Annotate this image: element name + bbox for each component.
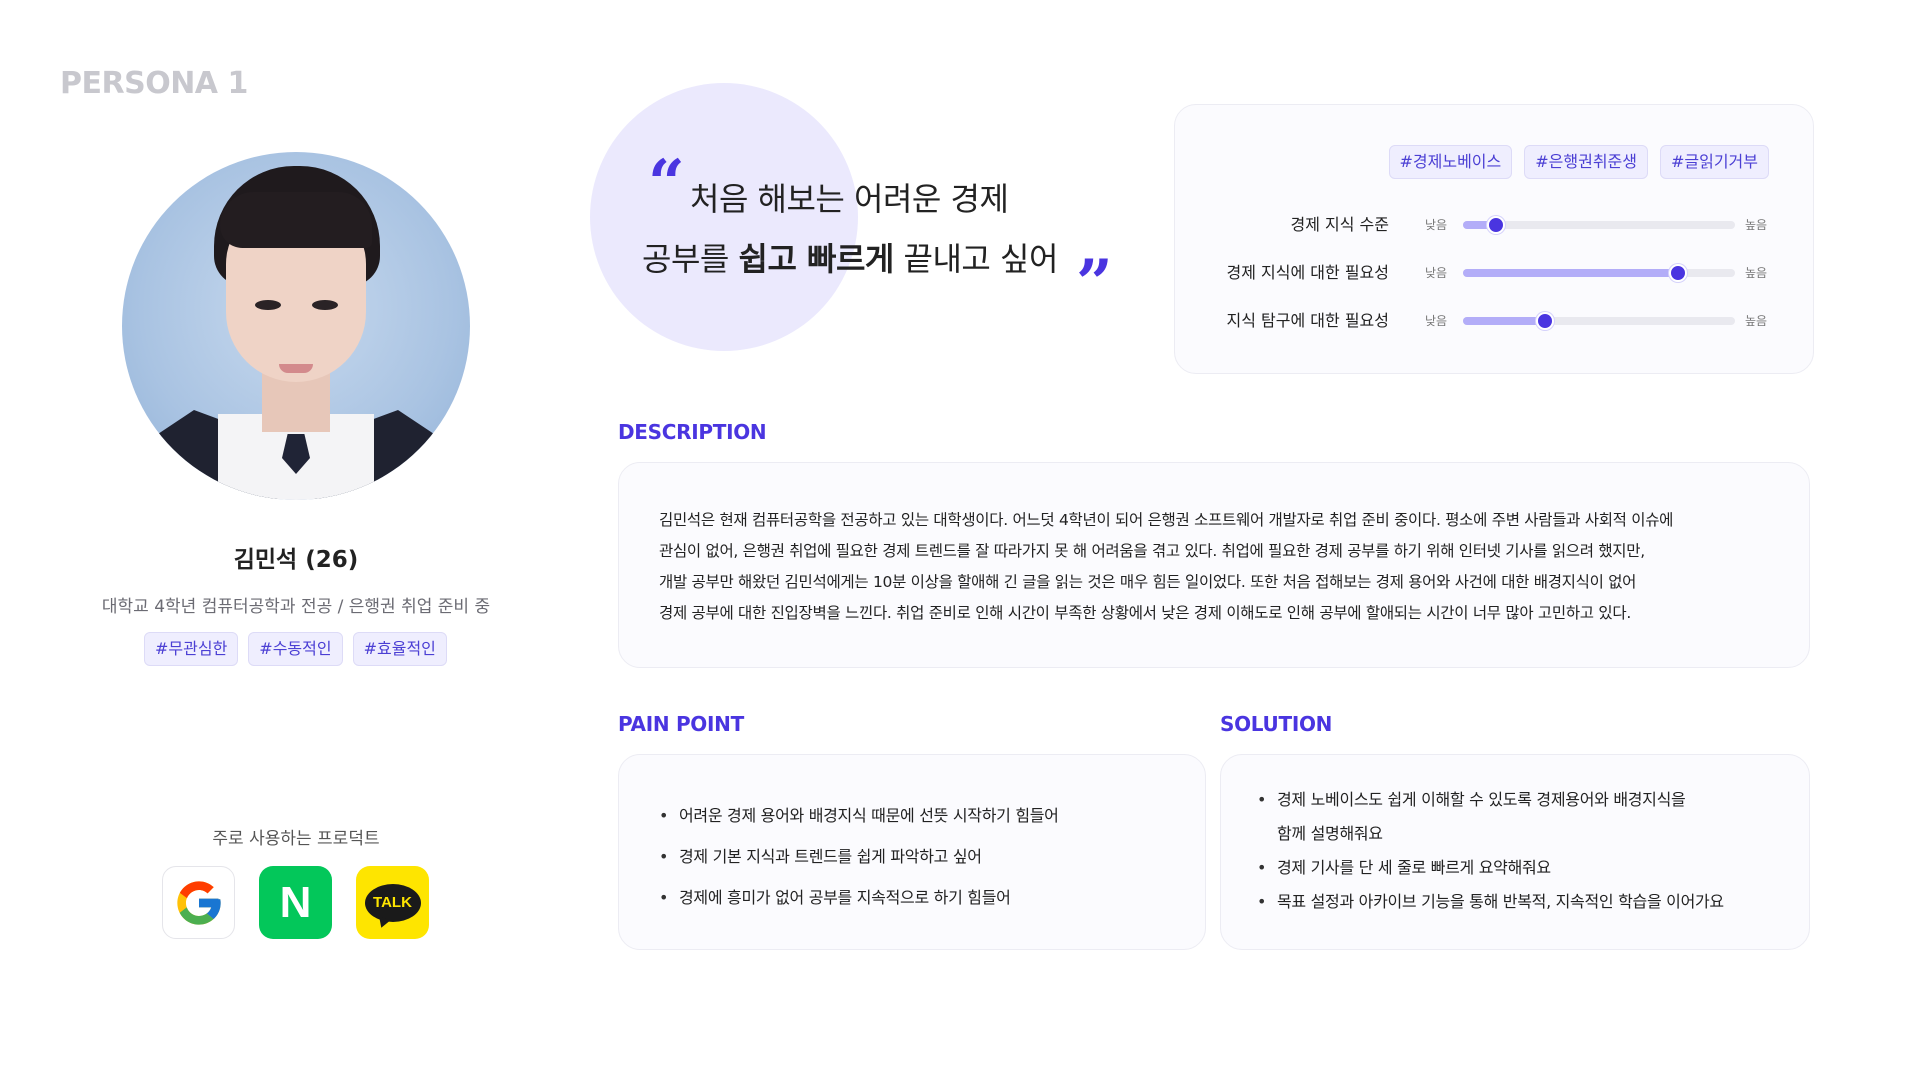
tag-passive: #수동적인: [248, 632, 343, 666]
products-label: 주로 사용하는 프로덕트: [212, 829, 380, 849]
quote-line-2: 공부를 쉽고 빠르게 끝내고 싶어: [642, 234, 1058, 280]
scale-tags: #경제노베이스 #은행권취준생 #글읽기거부: [1388, 145, 1769, 179]
scale-track: [1463, 264, 1735, 282]
solution-item: 목표 설정과 아카이브 기능을 통해 반복적, 지속적인 학습을 이어가요: [1257, 885, 1789, 919]
tag-reading-refusal: #글읽기거부: [1659, 145, 1769, 179]
naver-icon: N: [259, 866, 332, 939]
scale-row: 경제 지식 수준 낮음 높음: [1175, 210, 1815, 240]
scale-high-label: 높음: [1745, 218, 1768, 232]
description-title: DESCRIPTION: [618, 420, 767, 444]
solution-card: 경제 노베이스도 쉽게 이해할 수 있도록 경제용어와 배경지식을 함께 설명해…: [1220, 754, 1810, 950]
open-quote-icon: “: [648, 146, 685, 221]
google-icon: [162, 866, 235, 939]
close-quote-icon: ”: [1076, 246, 1113, 321]
pain-point-item: 경제 기본 지식과 트렌드를 쉽게 파악하고 싶어: [659, 836, 1175, 877]
scale-track: [1463, 216, 1735, 234]
scale-row: 경제 지식에 대한 필요성 낮음 높음: [1175, 258, 1815, 288]
scale-track: [1463, 312, 1735, 330]
product-icons: N TALK: [162, 866, 429, 939]
scale-row: 지식 탐구에 대한 필요성 낮음 높음: [1175, 306, 1815, 336]
description-line: 김민석은 현재 컴퓨터공학을 전공하고 있는 대학생이다. 어느덧 4학년이 되…: [659, 511, 1674, 529]
pain-point-title: PAIN POINT: [618, 712, 744, 736]
persona-name: 김민석 (26): [233, 547, 359, 573]
scale-low-label: 낮음: [1425, 218, 1448, 232]
description-card: 김민석은 현재 컴퓨터공학을 전공하고 있는 대학생이다. 어느덧 4학년이 되…: [618, 462, 1810, 668]
tag-efficient: #효율적인: [352, 632, 447, 666]
quote-line-2-prefix: 공부를: [642, 240, 739, 278]
scale-fill: [1463, 269, 1678, 277]
scale-label: 경제 지식 수준: [1290, 215, 1390, 234]
description-line: 경제 공부에 대한 진입장벽을 느낀다. 취업 준비로 인해 시간이 부족한 상…: [659, 604, 1631, 622]
pain-point-item: 어려운 경제 용어와 배경지식 때문에 선뜻 시작하기 힘들어: [659, 795, 1175, 836]
kakaotalk-icon: TALK: [356, 866, 429, 939]
description-line: 관심이 없어, 은행권 취업에 필요한 경제 트렌드를 잘 따라가지 못 해 어…: [659, 542, 1645, 560]
solution-item: 경제 기사를 단 세 줄로 빠르게 요약해줘요: [1257, 851, 1789, 885]
scale-knob: [1486, 216, 1505, 234]
scale-low-label: 낮음: [1425, 314, 1448, 328]
solution-item: 경제 노베이스도 쉽게 이해할 수 있도록 경제용어와 배경지식을: [1257, 783, 1789, 817]
scale-card: #경제노베이스 #은행권취준생 #글읽기거부 경제 지식 수준 낮음 높음 경제…: [1174, 104, 1814, 374]
solution-item-continued: 함께 설명해줘요: [1277, 824, 1383, 843]
quote-emphasis: 쉽고 빠르게: [738, 240, 895, 278]
scale-fill: [1463, 317, 1545, 325]
pain-point-item: 경제에 흥미가 없어 공부를 지속적으로 하기 힘들어: [659, 877, 1175, 918]
tag-indifferent: #무관심한: [144, 632, 239, 666]
scale-knob: [1535, 312, 1554, 330]
description-line: 개발 공부만 해왔던 김민석에게는 10분 이상을 할애해 긴 글을 읽는 것은…: [659, 573, 1637, 591]
persona-label: PERSONA 1: [60, 66, 248, 101]
quote-line-1: 처음 해보는 어려운 경제: [690, 180, 1009, 218]
kakaotalk-glyph: TALK: [364, 883, 421, 922]
solution-title: SOLUTION: [1220, 712, 1333, 736]
tag-economy-no-base: #경제노베이스: [1388, 145, 1513, 179]
persona-subtitle: 대학교 4학년 컴퓨터공학과 전공 / 은행권 취업 준비 중: [101, 597, 491, 617]
scale-knob: [1668, 264, 1687, 282]
tag-bank-job-seeker: #은행권취준생: [1524, 145, 1648, 179]
quote-line-2-suffix: 끝내고 싶어: [893, 240, 1059, 278]
scale-low-label: 낮음: [1425, 266, 1448, 280]
scale-high-label: 높음: [1745, 266, 1768, 280]
pain-point-card: 어려운 경제 용어와 배경지식 때문에 선뜻 시작하기 힘들어 경제 기본 지식…: [618, 754, 1206, 950]
avatar: [122, 152, 470, 500]
scale-high-label: 높음: [1745, 314, 1768, 328]
persona-tags: #무관심한 #수동적인 #효율적인: [144, 632, 447, 666]
scale-label: 경제 지식에 대한 필요성: [1226, 263, 1389, 282]
scale-label: 지식 탐구에 대한 필요성: [1226, 311, 1389, 330]
